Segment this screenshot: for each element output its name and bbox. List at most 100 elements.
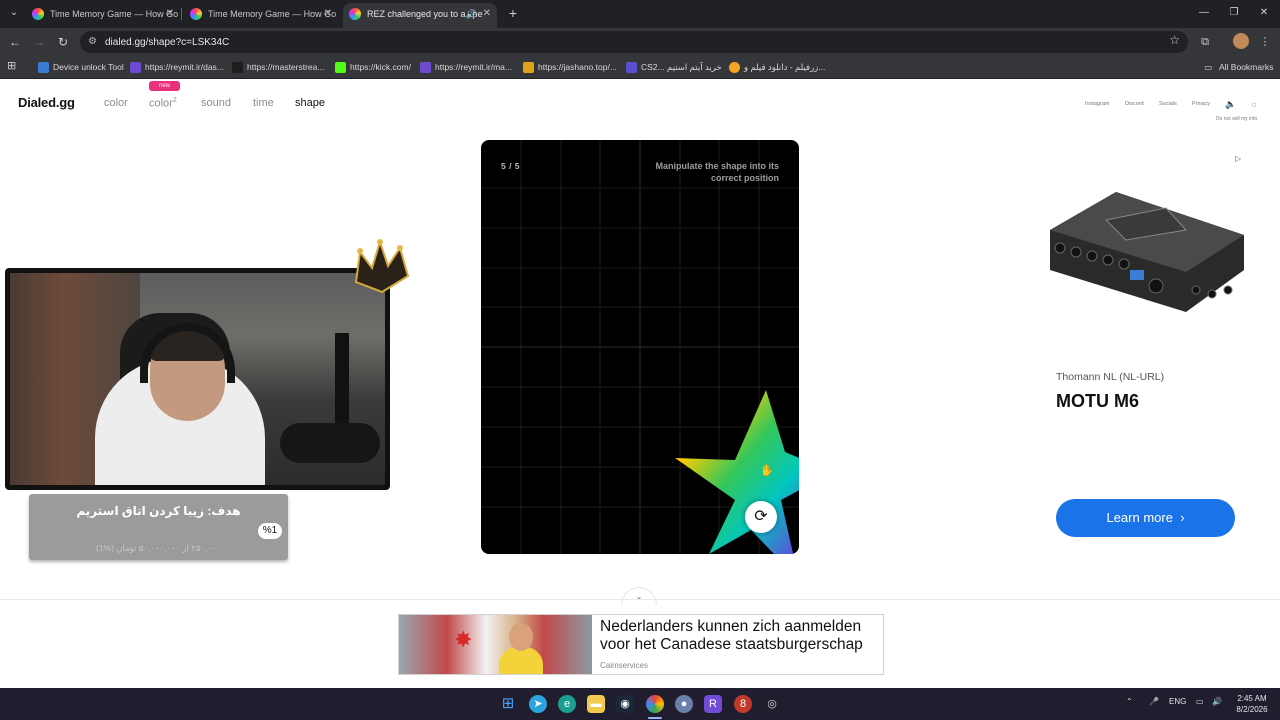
bookmark-star-icon[interactable]: ☆ (1169, 33, 1180, 47)
link-instagram[interactable]: Instagram (1085, 101, 1109, 107)
bookmark-reymit-1[interactable]: https://reymit.ir/das... (130, 59, 224, 76)
menu-kebab-icon[interactable]: ⋮ (1257, 34, 1273, 50)
ad-photo: ✸ (399, 615, 592, 674)
nav-label: time (253, 97, 274, 109)
sound-toggle-icon[interactable]: 🔈 (1225, 99, 1236, 109)
expand-chevron-icon[interactable]: ⌄ (621, 587, 657, 605)
audio-interface-image[interactable] (1046, 190, 1246, 315)
new-tab-button[interactable]: + (505, 4, 521, 22)
network-icon[interactable]: ▭ (1196, 697, 1204, 706)
forward-icon[interactable]: → (31, 34, 47, 50)
all-bookmarks-button[interactable]: ▭ All Bookmarks (1204, 59, 1273, 76)
close-tab-icon[interactable]: ✕ (483, 3, 491, 25)
nav-color[interactable]: color (104, 97, 128, 109)
steam-icon[interactable]: ◉ (616, 695, 634, 713)
ad-advertiser[interactable]: Thomann NL (NL-URL) (1056, 371, 1164, 383)
nav-sound[interactable]: sound (201, 97, 231, 109)
tab-time-memory-1[interactable]: Time Memory Game — How Go ✕ (26, 3, 180, 28)
nav-color2[interactable]: color2 (149, 97, 177, 110)
apps-grid-icon[interactable]: ⊞ (7, 60, 19, 72)
bookmark-device-unlock[interactable]: Device unlock Tool (38, 59, 124, 76)
nav-time[interactable]: time (253, 97, 274, 109)
restore-icon[interactable]: ❐ (1226, 5, 1242, 21)
close-tab-icon[interactable]: ✕ (166, 3, 174, 25)
app-icon-red[interactable]: 8 (734, 695, 752, 713)
bookmark-label: https://reymit.ir/das... (145, 62, 224, 72)
tab-rez-challenge[interactable]: REZ challenged you to a spe 🔊 ✕ (343, 3, 497, 28)
target-star-shape[interactable] (675, 390, 799, 554)
close-tab-icon[interactable]: ✕ (324, 3, 332, 25)
tray-mic-icon[interactable]: 🎤 (1149, 697, 1159, 706)
link-discord[interactable]: Discord (1125, 101, 1144, 107)
shape-game-card[interactable]: 5 / 5 Manipulate the shape into its corr… (481, 140, 799, 554)
new-badge: new (149, 81, 180, 91)
extensions-icon[interactable]: ⧉ (1197, 34, 1213, 50)
file-explorer-icon[interactable]: ▬ (587, 695, 605, 713)
bookmark-label: https://reymit.ir/ma... (435, 62, 512, 72)
chrome-icon[interactable] (646, 695, 664, 713)
nav-label: color (149, 97, 173, 110)
nav-label: shape (295, 97, 325, 109)
chevron-right-icon: › (1176, 510, 1185, 525)
address-bar[interactable]: ⚙ ☆ (80, 31, 1188, 53)
bookmark-reymit-2[interactable]: https://reymit.ir/ma... (420, 59, 512, 76)
bottom-banner-ad[interactable]: ✸ Nederlanders kunnen zich aanmelden voo… (398, 614, 884, 675)
bookmark-zarfilm[interactable]: زرفیلم - دانلود فیلم و... (729, 59, 825, 76)
hand-cursor-icon: ✋ (760, 465, 774, 477)
edge-icon[interactable]: e (558, 695, 576, 713)
globe-icon (38, 62, 49, 73)
tray-overflow-icon[interactable]: ⌃ (1126, 697, 1133, 706)
maple-leaf-icon: ✸ (454, 627, 473, 652)
grid-lines (481, 140, 799, 554)
bookmark-jashano[interactable]: https://jashano.top/... (523, 59, 617, 76)
bookmark-label: CS2... خرید آیتم استیم (641, 62, 722, 72)
do-not-sell-link[interactable]: Do not sell my info (1216, 116, 1257, 122)
telegram-icon[interactable]: ➤ (529, 695, 547, 713)
bookmark-kick[interactable]: https://kick.com/ (335, 59, 411, 76)
back-icon[interactable]: ← (7, 34, 23, 50)
site-info-icon[interactable]: ⚙ (88, 35, 100, 49)
profile-avatar[interactable] (1233, 33, 1249, 49)
site-logo[interactable]: Dialed.gg (18, 95, 75, 110)
bookmark-masterstream[interactable]: https://masterstrea... (232, 59, 324, 76)
play-icon (232, 62, 243, 73)
window-close-icon[interactable]: ✕ (1256, 5, 1272, 21)
learn-more-button[interactable]: Learn more › (1056, 499, 1235, 537)
ad-photo-person (499, 647, 543, 674)
zarfilm-icon (729, 62, 740, 73)
tab-search-icon[interactable]: ⌄ (6, 5, 22, 21)
rotate-handle-icon[interactable]: ⟳ (745, 501, 777, 533)
tab-time-memory-2[interactable]: Time Memory Game — How Go ✕ (184, 3, 338, 28)
theme-toggle-icon[interactable]: ☼ (1249, 99, 1259, 109)
tab-separator (181, 8, 182, 20)
windows-taskbar: ⊞ ➤ e ▬ ◉ ● R 8 ◎ ⌃ 🎤 ENG ▭ 🔊 2:45 AM 8/… (0, 688, 1280, 720)
minimize-icon[interactable]: — (1196, 5, 1212, 21)
bookmark-label: https://masterstrea... (247, 62, 325, 72)
speaker-icon[interactable]: 🔊 (466, 3, 477, 25)
url-input[interactable] (105, 33, 1005, 51)
tab-title: Time Memory Game — How Go (208, 9, 337, 19)
goal-title: هدف: زیبا کردن اتاق استریم (76, 504, 241, 518)
nav-shape[interactable]: shape (295, 97, 325, 109)
ad-source: Caimservices (600, 661, 649, 670)
windows-start-icon[interactable]: ⊞ (499, 695, 517, 713)
ad-photo-face (509, 623, 533, 651)
app-icon[interactable]: ● (675, 695, 693, 713)
link-socials[interactable]: Socials (1159, 101, 1177, 107)
dialed-favicon-icon (32, 8, 44, 20)
language-indicator[interactable]: ENG (1169, 697, 1186, 706)
obs-icon[interactable]: ◎ (763, 695, 781, 713)
ad-title[interactable]: MOTU M6 (1056, 391, 1139, 412)
microphone (280, 423, 380, 463)
volume-icon[interactable]: 🔊 (1212, 697, 1222, 706)
dialed-favicon-icon (190, 8, 202, 20)
adchoices-icon[interactable]: ▷ (1235, 154, 1241, 163)
bookmark-cs2-items[interactable]: CS2... خرید آیتم استیم (626, 59, 722, 76)
link-privacy[interactable]: Privacy (1192, 101, 1210, 107)
bookmark-label: زرفیلم - دانلود فیلم و... (744, 62, 826, 72)
r-app-icon[interactable]: R (704, 695, 722, 713)
system-clock[interactable]: 2:45 AM 8/2/2026 (1232, 693, 1272, 715)
tab-title: Time Memory Game — How Go (50, 9, 179, 19)
reload-icon[interactable]: ↻ (55, 34, 71, 50)
goal-subtitle: ۲۵۰,۰۰۰ از ۵۰,۰۰۰,۰۰۰ تومان (%1) (95, 543, 222, 553)
